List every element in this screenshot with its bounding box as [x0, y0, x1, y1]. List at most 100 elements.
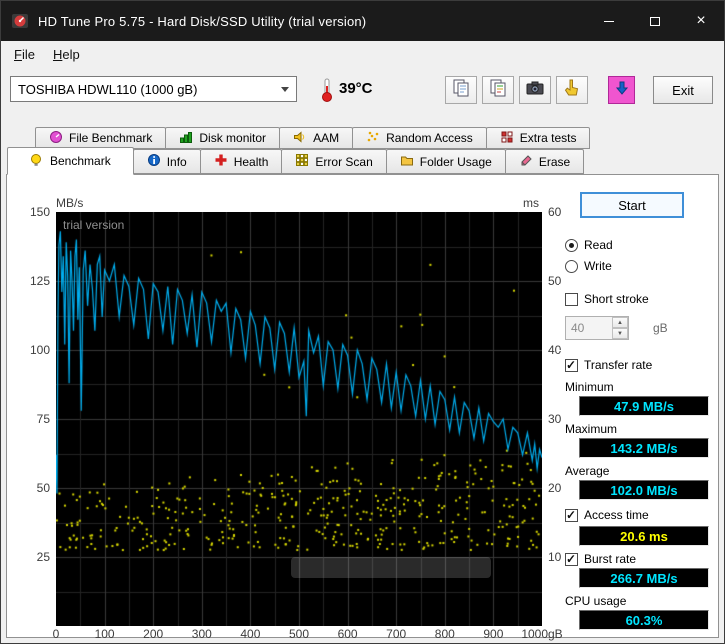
close-button[interactable]: ×: [678, 1, 724, 41]
axis-tick-label: 100: [29, 343, 50, 357]
tab-extra-tests[interactable]: Extra tests: [485, 127, 591, 149]
tab-row-primary: Benchmark Info Health Error Scan Folder …: [7, 147, 585, 175]
axis-tick-label: 75: [36, 412, 50, 426]
tab-benchmark[interactable]: Benchmark: [7, 147, 134, 175]
transfer-rate-row[interactable]: Transfer rate: [565, 358, 652, 372]
tab-label: Folder Usage: [419, 154, 492, 169]
axis-tick-label: 700: [386, 627, 407, 641]
axis-tick-label: 10: [548, 550, 562, 564]
axis-tick-label: 800: [434, 627, 455, 641]
app-icon: [11, 12, 29, 30]
tab-aam[interactable]: AAM: [279, 127, 354, 149]
axis-tick-label: 100: [94, 627, 115, 641]
y-left-axis-ticks: 150 125 100 75 50 25: [7, 205, 53, 626]
tab-erase[interactable]: Erase: [504, 149, 585, 174]
axis-tick-label: 200: [143, 627, 164, 641]
axis-tick-label: 50: [548, 274, 562, 288]
burst-rate-value: 266.7 MB/s: [579, 568, 709, 588]
burst-rate-label: Burst rate: [584, 552, 637, 566]
start-button[interactable]: Start: [580, 192, 684, 218]
menu-bar: File Help: [1, 41, 724, 67]
tab-error-scan[interactable]: Error Scan: [281, 149, 387, 174]
tab-label: Info: [166, 154, 187, 169]
stepper-down-button[interactable]: ▼: [612, 328, 628, 339]
trial-watermark: trial version: [63, 218, 125, 232]
tab-health[interactable]: Health: [199, 149, 283, 174]
axis-tick-label: 30: [548, 412, 562, 426]
exit-button[interactable]: Exit: [653, 76, 713, 104]
read-radio-row[interactable]: Read: [565, 238, 613, 252]
axis-tick-label: 20: [548, 481, 562, 495]
menu-file[interactable]: File: [5, 43, 44, 66]
tab-random-access[interactable]: Random Access: [352, 127, 487, 149]
save-results-button[interactable]: [608, 76, 635, 104]
context-help-button[interactable]: [556, 76, 588, 104]
short-stroke-stepper[interactable]: 40 ▲ ▼: [565, 316, 629, 340]
short-stroke-value[interactable]: 40: [566, 317, 612, 339]
copy-screenshot-button[interactable]: [445, 76, 477, 104]
copy-text-button[interactable]: [482, 76, 514, 104]
drive-select-combobox[interactable]: TOSHIBA HDWL110 (1000 gB): [10, 76, 297, 102]
tab-label: Random Access: [386, 131, 473, 145]
transfer-rate-label: Transfer rate: [584, 358, 653, 372]
write-radio[interactable]: [565, 259, 578, 273]
cpu-usage-value: 60.3%: [579, 610, 709, 630]
access-time-row[interactable]: Access time: [565, 508, 649, 522]
tab-folder-usage[interactable]: Folder Usage: [385, 149, 506, 174]
menu-file-accel: F: [14, 46, 22, 62]
tab-info[interactable]: Info: [132, 149, 201, 174]
temperature-value: 39°C: [339, 80, 373, 97]
minimize-button[interactable]: [586, 1, 632, 41]
access-time-checkbox[interactable]: [565, 508, 578, 522]
burst-rate-checkbox[interactable]: [565, 552, 578, 566]
pointer-hand-icon: [562, 78, 582, 103]
minimum-label: Minimum: [565, 380, 614, 394]
transfer-rate-checkbox[interactable]: [565, 358, 578, 372]
folder-icon: [400, 153, 414, 170]
chevron-down-icon: [281, 86, 289, 92]
stepper-up-button[interactable]: ▲: [612, 317, 628, 328]
scatter-dots-icon: [366, 130, 380, 147]
menu-help-rest: elp: [62, 46, 80, 62]
write-radio-label: Write: [584, 259, 612, 273]
scan-grid-icon: [295, 153, 309, 170]
separator: [559, 350, 711, 351]
gauge-icon: [49, 130, 63, 147]
burst-rate-row[interactable]: Burst rate: [565, 552, 636, 566]
tab-label: Disk monitor: [199, 131, 267, 145]
separator: [559, 284, 711, 285]
menu-file-rest: ile: [21, 46, 35, 62]
maximum-label: Maximum: [565, 422, 618, 436]
info-icon: [147, 153, 161, 170]
combo-dropdown-button[interactable]: [274, 77, 296, 101]
short-stroke-label: Short stroke: [584, 292, 649, 306]
axis-tick-label: 0: [52, 627, 60, 641]
copy-text-icon: [488, 78, 508, 103]
tab-label: Error Scan: [315, 154, 373, 169]
menu-help-accel: H: [52, 46, 63, 62]
tab-disk-monitor[interactable]: Disk monitor: [165, 127, 281, 149]
close-icon: ×: [696, 12, 706, 29]
cpu-usage-label: CPU usage: [565, 594, 627, 608]
window-title: HD Tune Pro 5.75 - Hard Disk/SSD Utility…: [38, 13, 367, 29]
menu-help[interactable]: Help: [44, 43, 89, 66]
access-time-label: Access time: [584, 508, 649, 522]
short-stroke-checkbox[interactable]: [565, 292, 578, 306]
tab-row-secondary: File Benchmark Disk monitor AAM Random A…: [35, 127, 591, 149]
short-stroke-row[interactable]: Short stroke: [565, 292, 649, 306]
title-bar[interactable]: HD Tune Pro 5.75 - Hard Disk/SSD Utility…: [1, 1, 724, 41]
watermark-overlay: [291, 557, 491, 578]
minimum-value: 47.9 MB/s: [579, 396, 709, 416]
tab-label: Benchmark: [50, 154, 111, 168]
write-radio-row[interactable]: Write: [565, 259, 612, 273]
axis-tick-label: 60: [548, 205, 562, 219]
toolbar: TOSHIBA HDWL110 (1000 gB) 39°C Exit: [1, 67, 724, 127]
speaker-icon: [293, 130, 307, 147]
maximize-button[interactable]: [632, 1, 678, 41]
save-screenshot-button[interactable]: [519, 76, 551, 104]
read-radio-label: Read: [584, 238, 613, 252]
tab-file-benchmark[interactable]: File Benchmark: [35, 127, 167, 149]
minimize-icon: [604, 20, 614, 22]
hd-tune-window: HD Tune Pro 5.75 - Hard Disk/SSD Utility…: [0, 0, 725, 644]
read-radio[interactable]: [565, 238, 578, 252]
